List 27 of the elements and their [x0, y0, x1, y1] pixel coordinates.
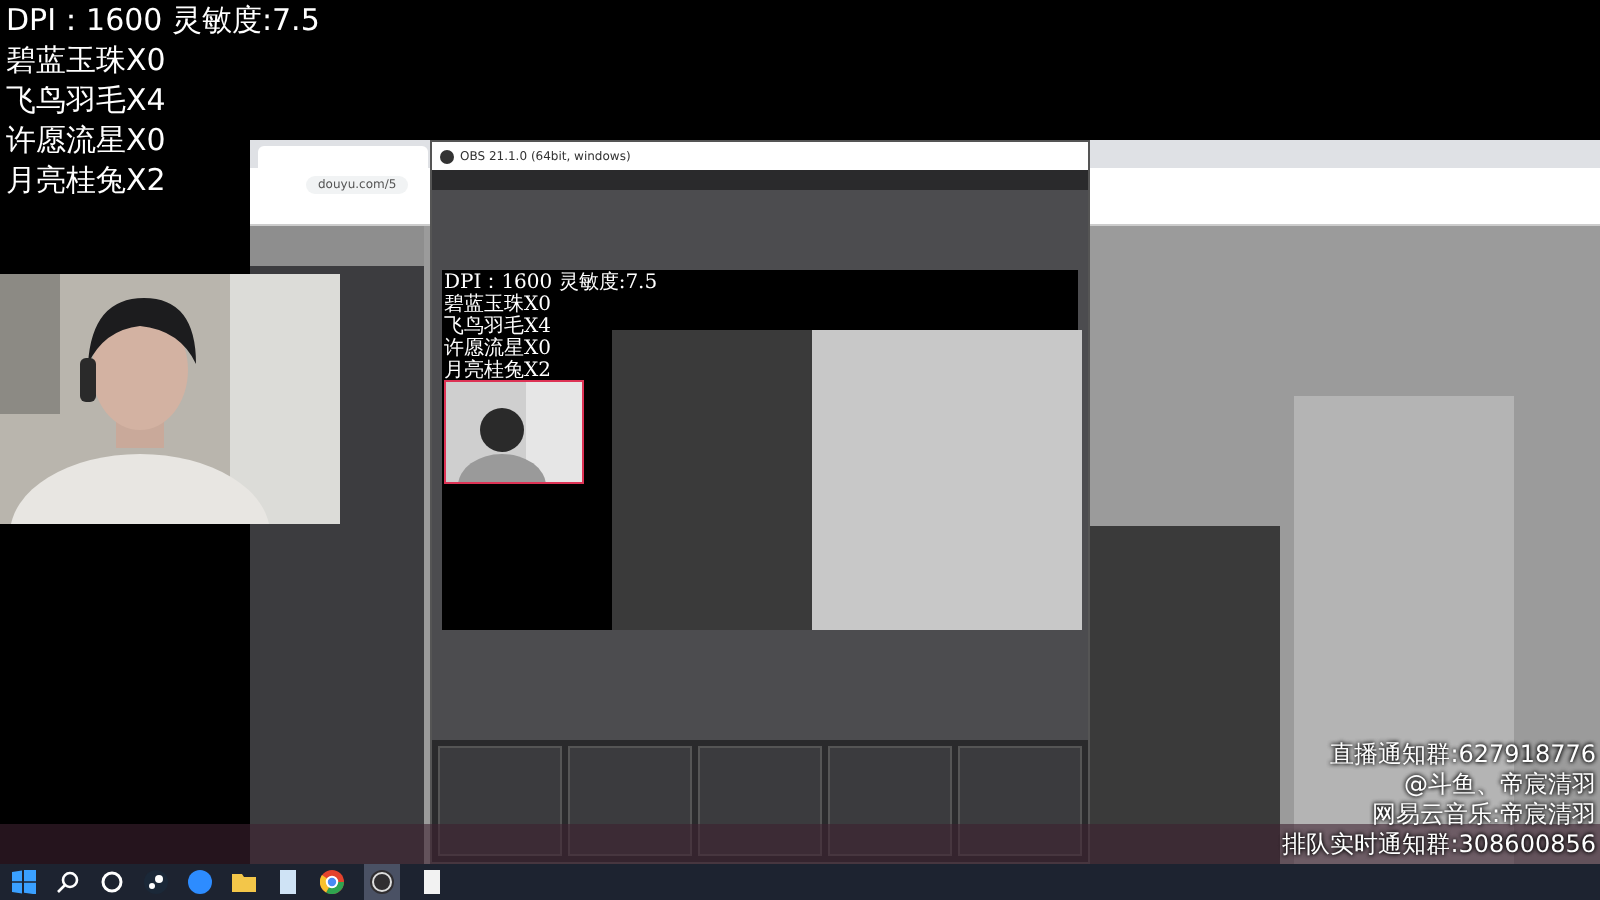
search-icon[interactable]: [56, 870, 80, 894]
overlay-text: 月亮桂兔X2: [444, 360, 551, 382]
dock-panel: [568, 746, 692, 856]
overlay-text: 飞鸟羽毛X4: [6, 80, 166, 120]
info-text: 排队实时通知群:308600856: [1282, 830, 1596, 860]
folder-icon[interactable]: [232, 870, 256, 894]
overlay-text: 月亮桂兔X2: [6, 160, 166, 200]
info-text: @斗鱼、帝宸清羽: [1404, 770, 1596, 800]
obs-icon[interactable]: [370, 870, 394, 894]
info-text: 网易云音乐:帝宸清羽: [1371, 800, 1596, 830]
overlay-text: DPI：1600 灵敏度:7.5: [6, 0, 320, 40]
document-icon[interactable]: [276, 870, 300, 894]
overlay-text: 许愿流星X0: [6, 120, 166, 160]
dock-panel: [438, 746, 562, 856]
overlay-text: 碧蓝玉珠X0: [444, 294, 551, 316]
file-icon[interactable]: [420, 870, 444, 894]
browser-icon[interactable]: [320, 870, 344, 894]
dock-panel: [958, 746, 1082, 856]
overlay-text: 碧蓝玉珠X0: [6, 40, 166, 80]
obs-logo-icon: [440, 149, 454, 163]
overlay-text: 飞鸟羽毛X4: [444, 316, 551, 338]
dock-panel: [828, 746, 952, 856]
overlay-text: DPI：1600 灵敏度:7.5: [444, 272, 658, 294]
circle-icon[interactable]: [100, 870, 124, 894]
overlay-text: 许愿流星X0: [444, 338, 551, 360]
windows-logo-icon[interactable]: [12, 870, 36, 894]
dock-panel: [698, 746, 822, 856]
